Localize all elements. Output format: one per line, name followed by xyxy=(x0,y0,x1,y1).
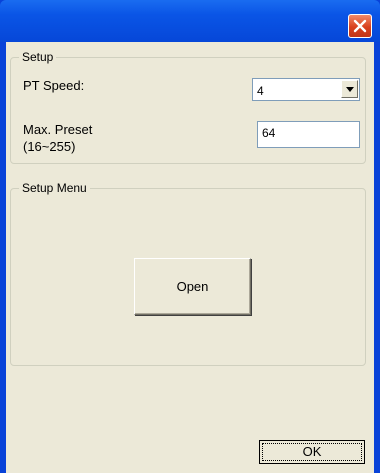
pt-speed-select[interactable]: 4 xyxy=(252,78,360,101)
title-bar[interactable] xyxy=(0,0,380,42)
ok-button[interactable]: OK xyxy=(259,440,365,464)
max-preset-label: Max. Preset xyxy=(23,122,93,137)
max-preset-input[interactable]: 64 xyxy=(257,121,360,148)
open-button[interactable]: Open xyxy=(134,258,251,315)
dialog-client-area: Setup PT Speed: 4 Max. Preset (16~255) 6… xyxy=(6,42,374,473)
setup-menu-group-title: Setup Menu xyxy=(19,180,90,196)
pt-speed-value: 4 xyxy=(257,84,264,98)
ok-button-label: OK xyxy=(262,443,362,461)
setup-menu-groupbox: Setup Menu Open xyxy=(10,180,366,366)
pt-speed-dropdown-button[interactable] xyxy=(341,80,358,98)
pt-speed-label: PT Speed: xyxy=(23,78,85,93)
max-preset-range-label: (16~255) xyxy=(23,139,76,154)
setup-group-title: Setup xyxy=(19,49,57,65)
dialog-window: Setup PT Speed: 4 Max. Preset (16~255) 6… xyxy=(0,0,380,473)
setup-groupbox: Setup PT Speed: 4 Max. Preset (16~255) 6… xyxy=(10,49,366,164)
close-button[interactable] xyxy=(348,14,372,38)
